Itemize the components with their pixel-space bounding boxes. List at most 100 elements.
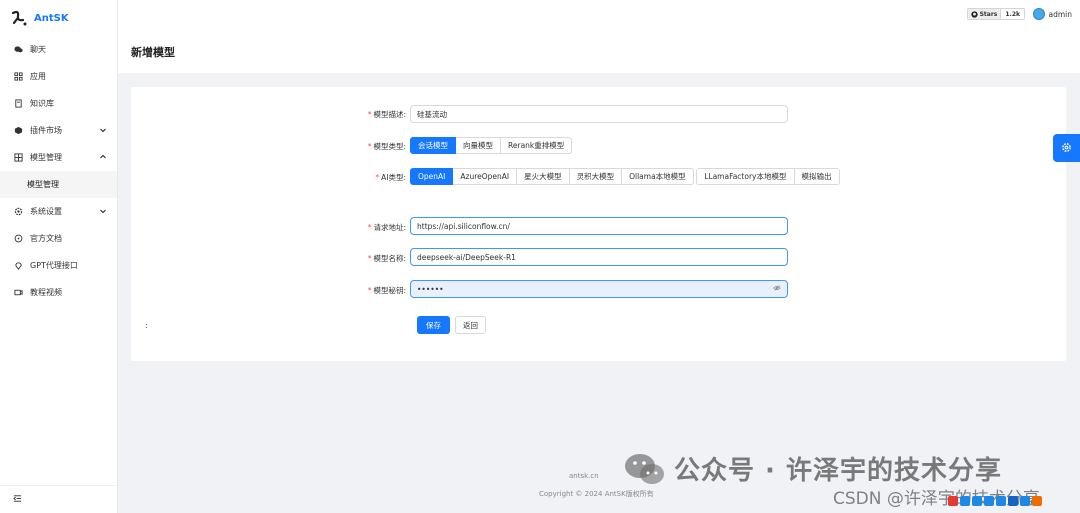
description-field-wrap: 硅基流动 [410,105,788,123]
tray-icon [996,496,1006,506]
required-mark: * [367,286,372,295]
endpoint-input[interactable]: https://api.siliconflow.cn/ [410,217,788,235]
eye-invisible-icon[interactable] [773,284,781,294]
wechat-watermark: 公众号 · 许泽宇的技术分享 [624,450,1002,487]
tray-icon [1032,496,1042,506]
required-mark: * [375,173,380,182]
required-mark: * [367,110,372,119]
github-stars-label: Stars [979,10,998,18]
book-icon [13,99,23,109]
ai-type-row-1: OpenAI AzureOpenAI 星火大模型 灵积大模型 Ollama本地模… [410,168,694,185]
tray-icon [1008,496,1018,506]
user-menu[interactable]: admin [1032,8,1073,20]
sidebar-item-label: 插件市场 [30,126,62,135]
plugin-icon [13,126,23,136]
back-button[interactable]: 返回 [455,316,486,334]
ai-type-option-azure[interactable]: AzureOpenAI [452,168,518,185]
sidebar-item-chat[interactable]: 聊天 [0,36,117,63]
collapse-sidebar-button[interactable] [0,485,118,513]
tray-icon [972,496,982,506]
github-icon [970,10,978,18]
location-icon [13,261,23,271]
sidebar-item-label: 模型管理 [30,153,62,162]
model-name-label-text: 模型名称: [373,254,406,263]
extra-label: : [145,321,148,330]
sidebar-item-plugins[interactable]: 插件市场 [0,117,117,144]
ai-type-option-openai[interactable]: OpenAI [410,168,454,185]
footer-copyright: Copyright © 2024 AntSK版权所有 [539,490,654,498]
sidebar-item-knowledge[interactable]: 知识库 [0,90,117,117]
model-name-input[interactable]: deepseek-ai/DeepSeek-R1 [410,248,788,266]
video-icon [13,288,23,298]
footer-link[interactable]: antsk.cn [569,472,599,480]
ai-type-option-ollama[interactable]: Ollama本地模型 [621,168,694,185]
user-name: admin [1048,9,1073,19]
endpoint-field-wrap: https://api.siliconflow.cn/ [410,217,788,235]
ai-type-option-dashscope[interactable]: 灵积大模型 [568,168,623,185]
ai-type-option-mock[interactable]: 模拟输出 [793,168,840,185]
save-button[interactable]: 保存 [417,316,450,334]
sidebar-item-videos[interactable]: 教程视频 [0,279,117,306]
endpoint-label: * 请求地址: [131,222,406,233]
gear-icon [1061,142,1072,155]
ai-type-row-2: LLamaFactory本地模型 模拟输出 [696,168,840,185]
description-label: * 模型描述: [131,109,406,120]
chevron-down-icon [99,207,107,215]
required-mark: * [367,254,372,263]
chevron-down-icon [99,126,107,134]
settings-icon [13,207,23,217]
api-key-input[interactable]: •••••• [410,280,788,298]
menu-fold-icon [13,494,22,505]
ai-type-option-llamafactory[interactable]: LLamaFactory本地模型 [696,168,795,185]
tray-icon [1020,496,1030,506]
top-bar: Stars 1.2k admin [118,0,1080,30]
sidebar-item-apps[interactable]: 应用 [0,63,117,90]
model-type-label-text: 模型类型: [373,142,406,151]
sidebar-menu: 聊天 应用 知识库 插件市场 模型管理 模型管理 系统设置 官方文档 GPT代理… [0,36,117,306]
page-title: 新增模型 [131,45,175,59]
api-key-value: •••••• [417,284,444,294]
submenu-item-label: 模型管理 [27,180,59,189]
sidebar-item-model-management[interactable]: 模型管理 [0,144,117,171]
required-mark: * [367,142,372,151]
sidebar-item-gpt-proxy[interactable]: GPT代理接口 [0,252,117,279]
sidebar-item-label: 教程视频 [30,288,62,297]
model-type-option-rerank[interactable]: Rerank重排模型 [500,137,573,154]
endpoint-label-text: 请求地址: [373,223,406,232]
description-label-text: 模型描述: [373,110,406,119]
tray-icon [984,496,994,506]
sidebar-item-label: 知识库 [30,99,54,108]
model-type-label: * 模型类型: [131,141,406,152]
doc-icon [13,234,23,244]
api-key-field-wrap: •••••• [410,280,788,298]
model-icon [13,153,23,163]
sidebar-item-label: 官方文档 [30,234,62,243]
ai-type-label-text: AI类型: [381,173,406,182]
ai-type-option-spark[interactable]: 星火大模型 [516,168,570,185]
model-name-label: * 模型名称: [131,253,406,264]
description-input[interactable]: 硅基流动 [410,105,788,123]
avatar [1032,8,1045,20]
model-type-option-embedding[interactable]: 向量模型 [455,137,501,154]
api-key-label: * 模型秘钥: [131,285,406,296]
page-header: 新增模型 [118,30,1080,73]
github-stars-badge[interactable]: Stars 1.2k [966,8,1025,20]
sidebar-item-label: GPT代理接口 [30,261,78,270]
antsk-logo-icon [10,9,28,27]
watermark-text-1: 公众号 · 许泽宇的技术分享 [674,456,1002,486]
sidebar-item-system-settings[interactable]: 系统设置 [0,198,117,225]
chevron-up-icon [99,153,107,161]
sidebar-item-label: 应用 [30,72,46,81]
wechat-icon [624,452,666,486]
submenu-item-model-management[interactable]: 模型管理 [0,171,117,198]
github-stars-count: 1.2k [1001,9,1024,19]
system-tray [948,496,1042,506]
api-key-label-text: 模型秘钥: [373,286,406,295]
model-type-option-chat[interactable]: 会话模型 [410,137,456,154]
sidebar-item-docs[interactable]: 官方文档 [0,225,117,252]
sidebar-item-label: 系统设置 [30,207,62,216]
floating-settings-button[interactable] [1053,134,1080,162]
logo[interactable]: AntSK [0,0,117,36]
model-form-card: * 模型描述: 硅基流动 * 模型类型: 会话模型 向量模型 Rerank重排模型 … [131,87,1066,361]
ai-type-radio-group: OpenAI AzureOpenAI 星火大模型 灵积大模型 Ollama本地模… [410,167,840,185]
